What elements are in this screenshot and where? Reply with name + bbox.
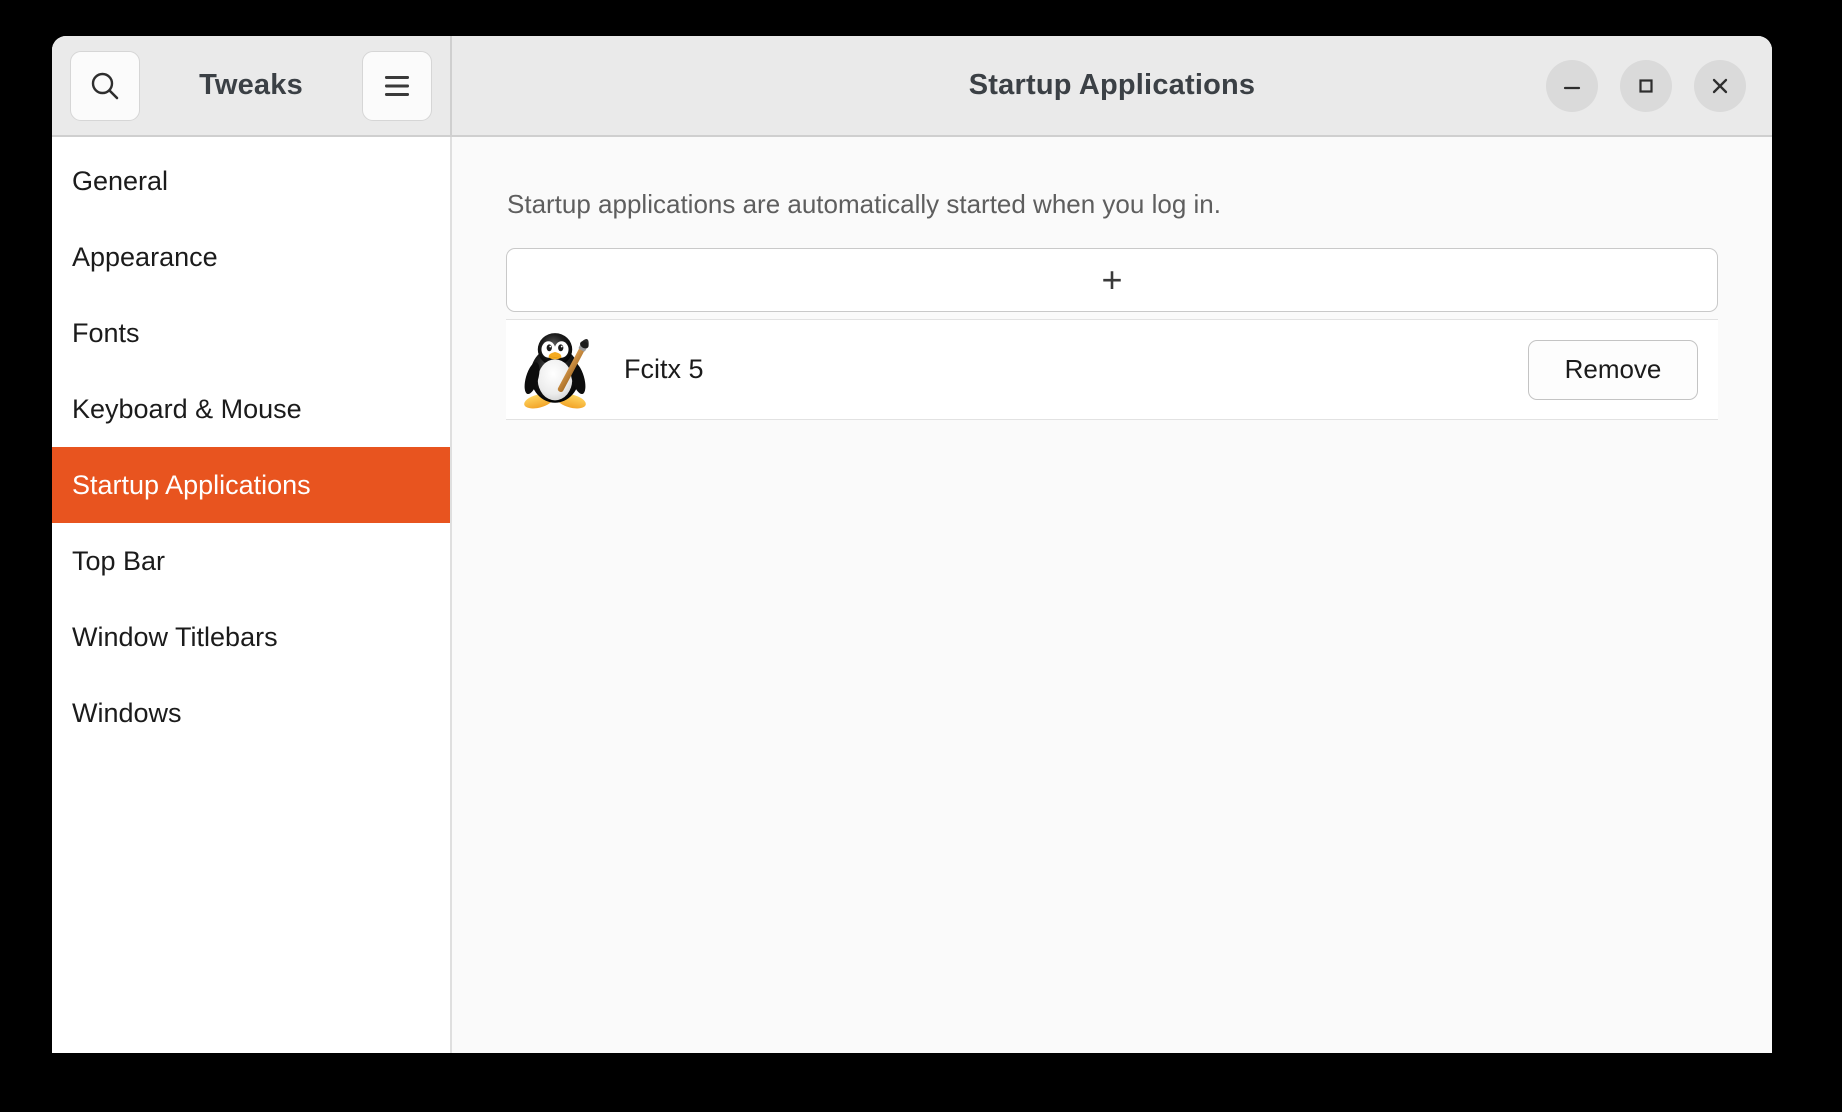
sidebar-item-label: Windows [72,697,182,728]
sidebar-item-keyboard-and-mouse[interactable]: Keyboard & Mouse [52,371,450,447]
list-item: Fcitx 5 Remove [506,320,1718,420]
close-button[interactable] [1694,59,1746,112]
headerbar-left-pane: Tweaks [52,36,452,135]
search-button[interactable] [70,50,140,121]
close-icon [1708,74,1732,98]
plus-icon: + [1101,259,1123,300]
sidebar-item-general[interactable]: General [52,143,450,219]
app-name: Fcitx 5 [624,354,704,384]
tweaks-window: Tweaks Startup Applications General Appe… [52,36,1772,1053]
sidebar-item-label: Startup Applications [72,469,311,500]
sidebar: General Appearance Fonts Keyboard & Mous… [52,137,452,1053]
sidebar-item-appearance[interactable]: Appearance [52,219,450,295]
maximize-icon [1634,74,1658,98]
startup-description: Startup applications are automatically s… [507,189,1221,219]
content-area: Startup applications are automatically s… [452,137,1772,1053]
app-title: Tweaks [199,69,303,101]
remove-button[interactable]: Remove [1528,339,1698,400]
sidebar-item-windows[interactable]: Windows [52,675,450,751]
sidebar-item-window-titlebars[interactable]: Window Titlebars [52,599,450,675]
tux-penguin-paintbrush-icon [512,327,598,413]
search-icon [88,69,122,103]
sidebar-item-label: Fonts [72,317,140,348]
sidebar-item-top-bar[interactable]: Top Bar [52,523,450,599]
sidebar-item-label: Appearance [72,241,218,272]
minimize-button[interactable] [1546,59,1598,112]
startup-application-list: Fcitx 5 Remove [506,319,1718,420]
sidebar-item-label: Window Titlebars [72,621,278,652]
window-body: General Appearance Fonts Keyboard & Mous… [52,137,1772,1053]
add-startup-application-button[interactable]: + [506,248,1718,312]
sidebar-item-label: Top Bar [72,545,166,576]
sidebar-item-label: General [72,165,169,196]
sidebar-item-startup-applications[interactable]: Startup Applications [52,447,450,523]
minimize-icon [1560,74,1584,98]
main-menu-button[interactable] [362,50,432,121]
hamburger-menu-icon [381,73,413,99]
maximize-button[interactable] [1620,59,1672,112]
headerbar-right-pane: Startup Applications [452,36,1772,135]
sidebar-item-fonts[interactable]: Fonts [52,295,450,371]
sidebar-item-label: Keyboard & Mouse [72,393,302,424]
window-controls [1546,59,1746,112]
headerbar: Tweaks Startup Applications [52,36,1772,137]
